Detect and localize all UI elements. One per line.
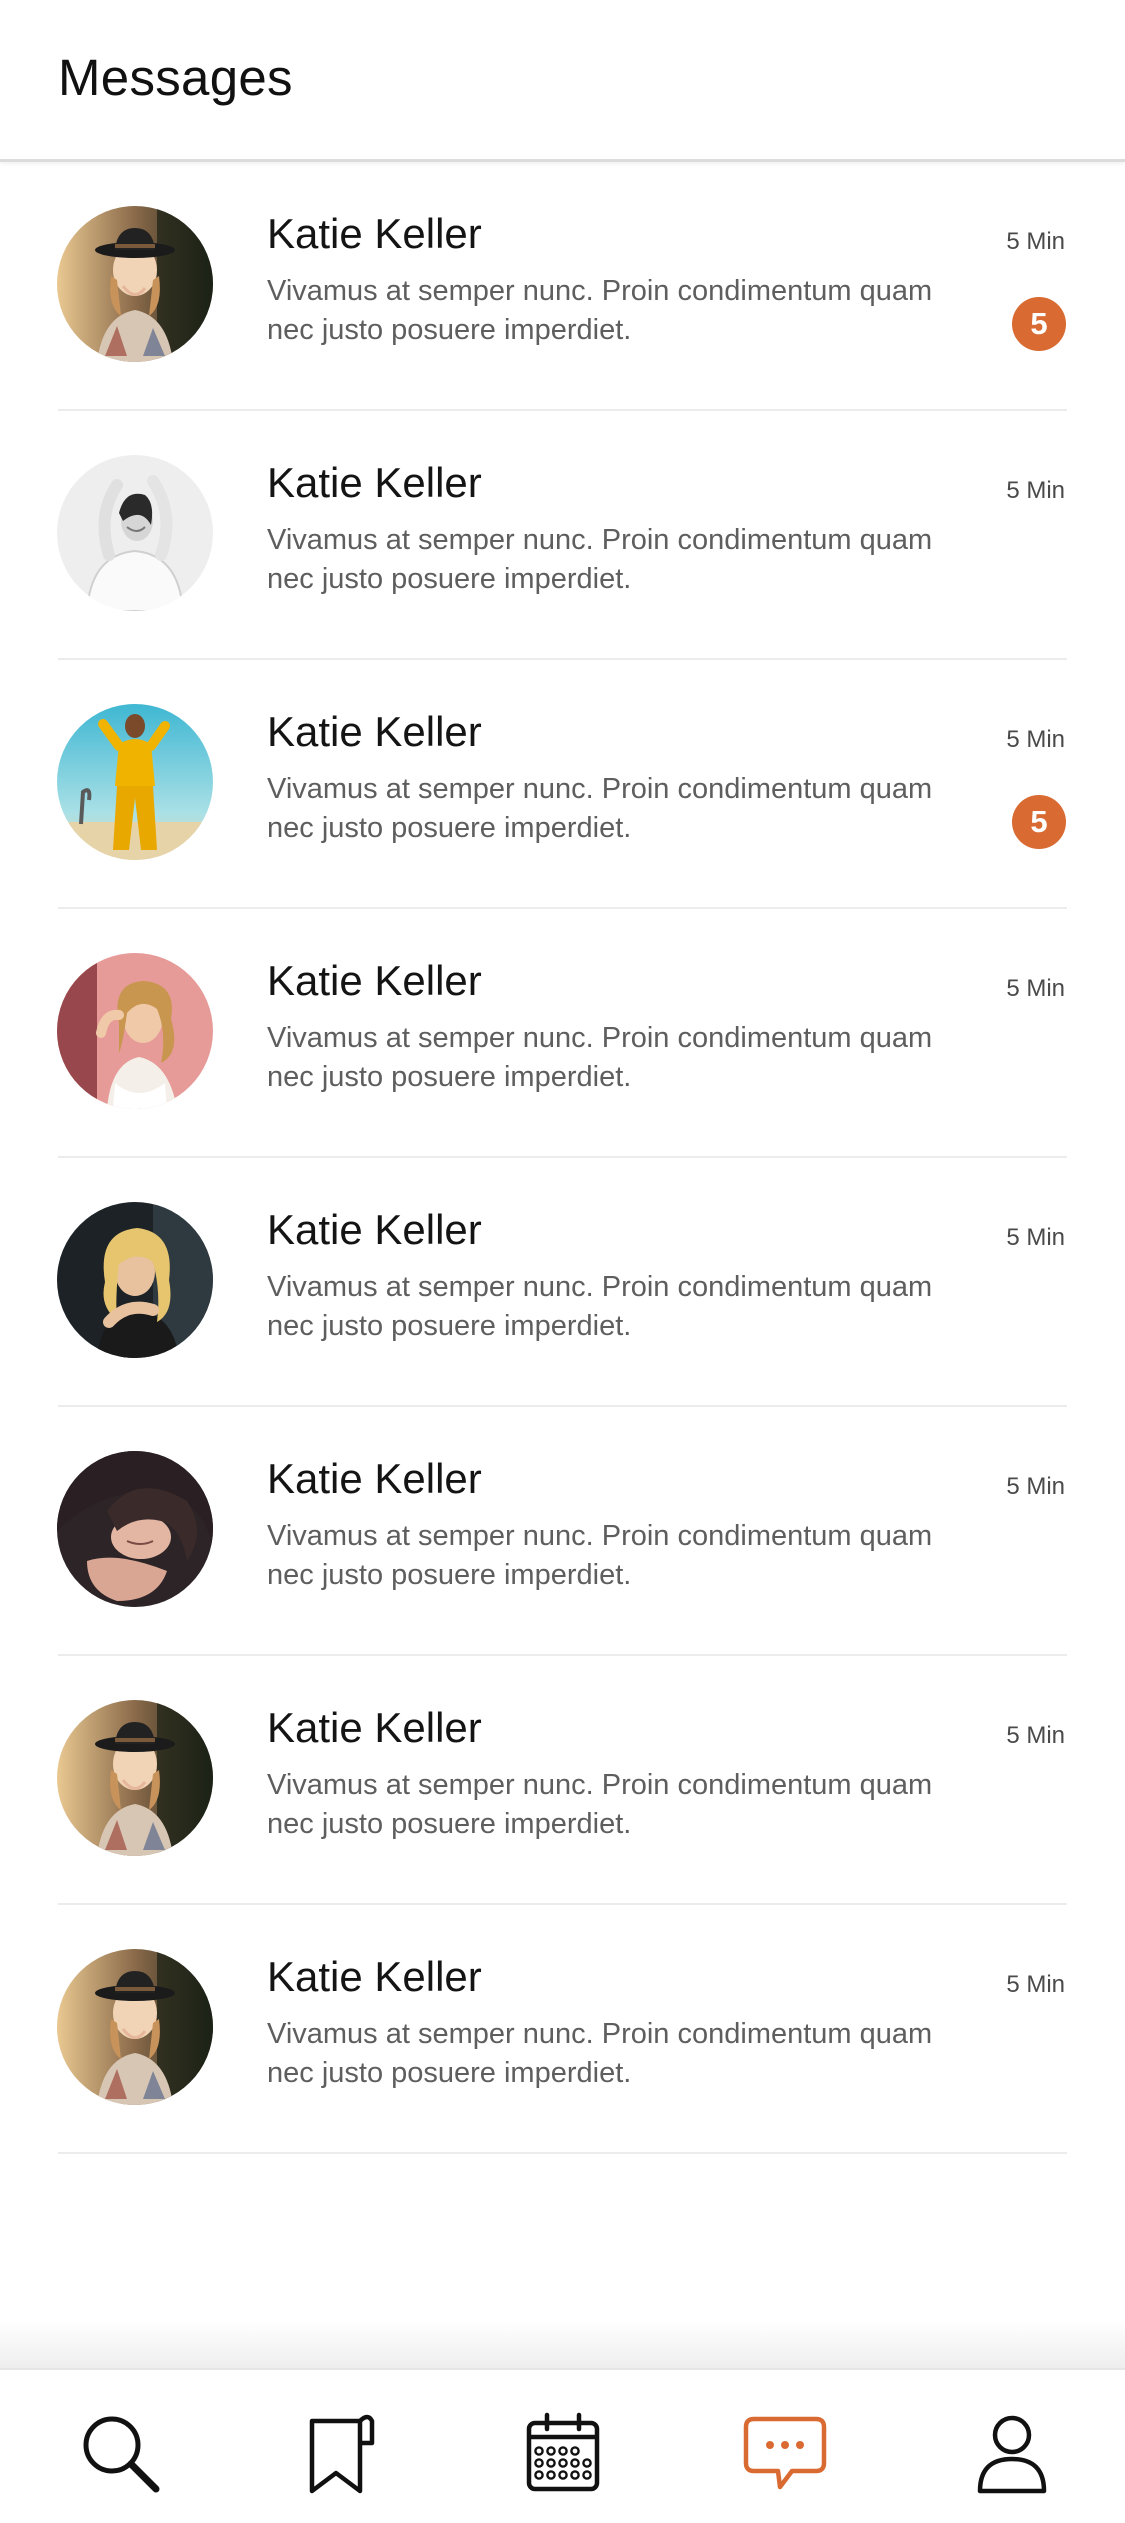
contact-name: Katie Keller (267, 957, 482, 1004)
contact-name: Katie Keller (267, 459, 482, 506)
bottom-tab-bar (0, 2368, 1125, 2523)
avatar[interactable] (57, 455, 213, 611)
list-item[interactable]: Katie Keller Vivamus at semper nunc. Pro… (0, 162, 1125, 411)
message-preview: Vivamus at semper nunc. Proin condimentu… (267, 524, 933, 595)
search-icon (83, 2416, 160, 2493)
message-preview: Vivamus at semper nunc. Proin condimentu… (267, 1520, 933, 1591)
message-time: 5 Min (1006, 726, 1065, 753)
avatar-photo (57, 1700, 213, 1856)
bookmark-icon (309, 2414, 375, 2494)
tab-profile[interactable] (967, 2408, 1057, 2498)
avatar-photo (57, 1451, 213, 1607)
message-time: 5 Min (1006, 228, 1065, 255)
chat-icon (743, 2416, 827, 2490)
message-preview: Vivamus at semper nunc. Proin condimentu… (267, 1769, 933, 1840)
avatar-photo (57, 1949, 213, 2105)
avatar[interactable] (57, 206, 213, 362)
avatar[interactable] (57, 953, 213, 1109)
list-item[interactable]: Katie Keller Vivamus at semper nunc. Pro… (0, 1905, 1125, 2154)
contact-name: Katie Keller (267, 1455, 482, 1502)
tabbar-shadow (0, 2320, 1125, 2370)
tab-bookmarks[interactable] (297, 2408, 387, 2498)
unread-badge: 5 (1012, 297, 1066, 351)
calendar-icon (526, 2412, 600, 2492)
message-time: 5 Min (1006, 1722, 1065, 1749)
avatar[interactable] (57, 1451, 213, 1607)
message-time: 5 Min (1006, 1971, 1065, 1998)
avatar[interactable] (57, 704, 213, 860)
message-time: 5 Min (1006, 477, 1065, 504)
list-item[interactable]: Katie Keller Vivamus at semper nunc. Pro… (0, 1158, 1125, 1407)
list-item[interactable]: Katie Keller Vivamus at semper nunc. Pro… (0, 660, 1125, 909)
avatar-photo (57, 455, 213, 611)
tab-messages[interactable] (740, 2408, 830, 2498)
contact-name: Katie Keller (267, 1953, 482, 2000)
message-list: Katie Keller Vivamus at semper nunc. Pro… (0, 162, 1125, 2154)
contact-name: Katie Keller (267, 210, 482, 257)
avatar-photo (57, 704, 213, 860)
avatar[interactable] (57, 1700, 213, 1856)
list-item[interactable]: Katie Keller Vivamus at semper nunc. Pro… (0, 1407, 1125, 1656)
contact-name: Katie Keller (267, 1704, 482, 1751)
list-item[interactable]: Katie Keller Vivamus at semper nunc. Pro… (0, 909, 1125, 1158)
unread-badge: 5 (1012, 795, 1066, 849)
contact-name: Katie Keller (267, 1206, 482, 1253)
page-title: Messages (58, 49, 293, 106)
tab-search[interactable] (75, 2408, 165, 2498)
message-time: 5 Min (1006, 1473, 1065, 1500)
message-time: 5 Min (1006, 975, 1065, 1002)
profile-icon (977, 2415, 1047, 2494)
avatar[interactable] (57, 1202, 213, 1358)
message-preview: Vivamus at semper nunc. Proin condimentu… (267, 275, 933, 346)
message-preview: Vivamus at semper nunc. Proin condimentu… (267, 1271, 933, 1342)
app-header: Messages (0, 0, 1125, 162)
contact-name: Katie Keller (267, 708, 482, 755)
avatar-photo (57, 206, 213, 362)
avatar-photo (57, 1202, 213, 1358)
message-time: 5 Min (1006, 1224, 1065, 1251)
list-item[interactable]: Katie Keller Vivamus at semper nunc. Pro… (0, 411, 1125, 660)
avatar-photo (57, 953, 213, 1109)
message-preview: Vivamus at semper nunc. Proin condimentu… (267, 773, 933, 844)
message-preview: Vivamus at semper nunc. Proin condimentu… (267, 1022, 933, 1093)
avatar[interactable] (57, 1949, 213, 2105)
message-preview: Vivamus at semper nunc. Proin condimentu… (267, 2018, 933, 2089)
list-item[interactable]: Katie Keller Vivamus at semper nunc. Pro… (0, 1656, 1125, 1905)
tab-calendar[interactable] (518, 2408, 608, 2498)
